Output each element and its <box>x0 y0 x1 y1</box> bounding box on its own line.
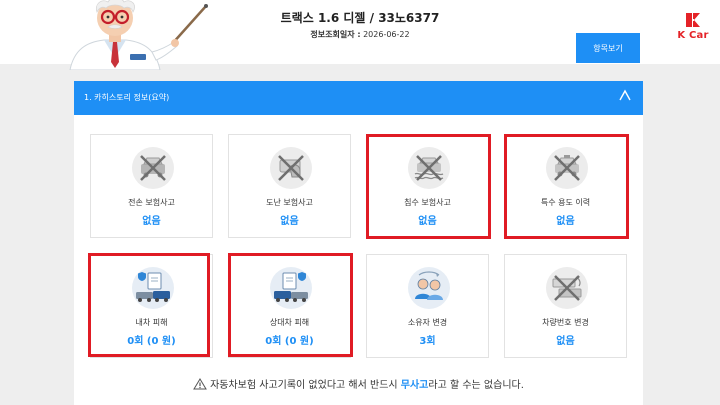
my-car-damage-icon <box>132 267 174 309</box>
owner-change-icon <box>408 267 450 309</box>
theft-icon <box>270 147 312 189</box>
tile-label: 소유자 변경 <box>407 318 448 327</box>
tile-other-car-damage: 상대차 피해 0회 (0 원) <box>228 254 351 358</box>
tile-value: 없음 <box>418 216 437 227</box>
section-title: 1. 카히스토리 정보(요약) <box>84 93 170 102</box>
tile-label: 도난 보험사고 <box>266 198 313 207</box>
notice-emphasis: 무사고 <box>400 380 429 391</box>
lookup-date-value: 2026-06-22 <box>363 30 410 39</box>
no-accident-notice: 자동차보험 사고기록이 없었다고 해서 반드시 무사고라고 할 수는 없습니다. <box>74 376 643 391</box>
total-loss-car-icon <box>132 147 174 189</box>
notice-text-before: 자동차보험 사고기록이 없었다고 해서 반드시 <box>210 380 401 391</box>
tile-value: 0회 (0 원) <box>265 336 314 347</box>
tile-label: 전손 보험사고 <box>128 198 175 207</box>
plate-change-icon <box>546 267 588 309</box>
tile-value: 없음 <box>280 216 299 227</box>
tile-plate-change: 차량번호 변경 없음 <box>504 254 627 358</box>
tile-total-loss: 전손 보험사고 없음 <box>90 134 213 238</box>
other-car-damage-icon <box>270 267 312 309</box>
tile-label: 내차 피해 <box>135 318 168 327</box>
lookup-date-label: 정보조회일자 : <box>310 30 361 39</box>
tile-value: 3회 <box>419 336 436 347</box>
tile-value: 없음 <box>556 216 575 227</box>
warning-sign-icon <box>193 378 207 390</box>
tile-value: 0회 (0 원) <box>127 336 176 347</box>
car-history-summary-card: 1. 카히스토리 정보(요약) 전손 보험사고 없음 도난 보험사고 없음 침수… <box>74 81 643 405</box>
tile-value: 없음 <box>142 216 161 227</box>
tile-label: 특수 용도 이력 <box>540 198 591 207</box>
kcar-logo-text: K Car <box>677 30 709 41</box>
page-title: 트랙스 1.6 디젤 / 33노6377 <box>280 11 440 25</box>
kcar-logo-icon <box>686 13 700 27</box>
kcar-logo[interactable]: K Car <box>671 12 715 52</box>
tile-label: 상대차 피해 <box>269 318 310 327</box>
flood-car-icon <box>408 147 450 189</box>
tile-label: 침수 보험사고 <box>404 198 451 207</box>
tile-my-car-damage: 내차 피해 0회 (0 원) <box>90 254 213 358</box>
notice-text-after: 라고 할 수는 없습니다. <box>428 380 524 391</box>
tile-owner-change: 소유자 변경 3회 <box>366 254 489 358</box>
section-header[interactable]: 1. 카히스토리 정보(요약) <box>74 81 643 115</box>
tile-label: 차량번호 변경 <box>542 318 589 327</box>
chevron-up-icon[interactable] <box>617 88 633 104</box>
tile-value: 없음 <box>556 336 575 347</box>
tile-flood: 침수 보험사고 없음 <box>366 134 489 238</box>
tile-theft: 도난 보험사고 없음 <box>228 134 351 238</box>
view-items-button[interactable]: 항목보기 <box>576 33 640 63</box>
special-use-car-icon <box>546 147 588 189</box>
tile-special-use: 특수 용도 이력 없음 <box>504 134 627 238</box>
